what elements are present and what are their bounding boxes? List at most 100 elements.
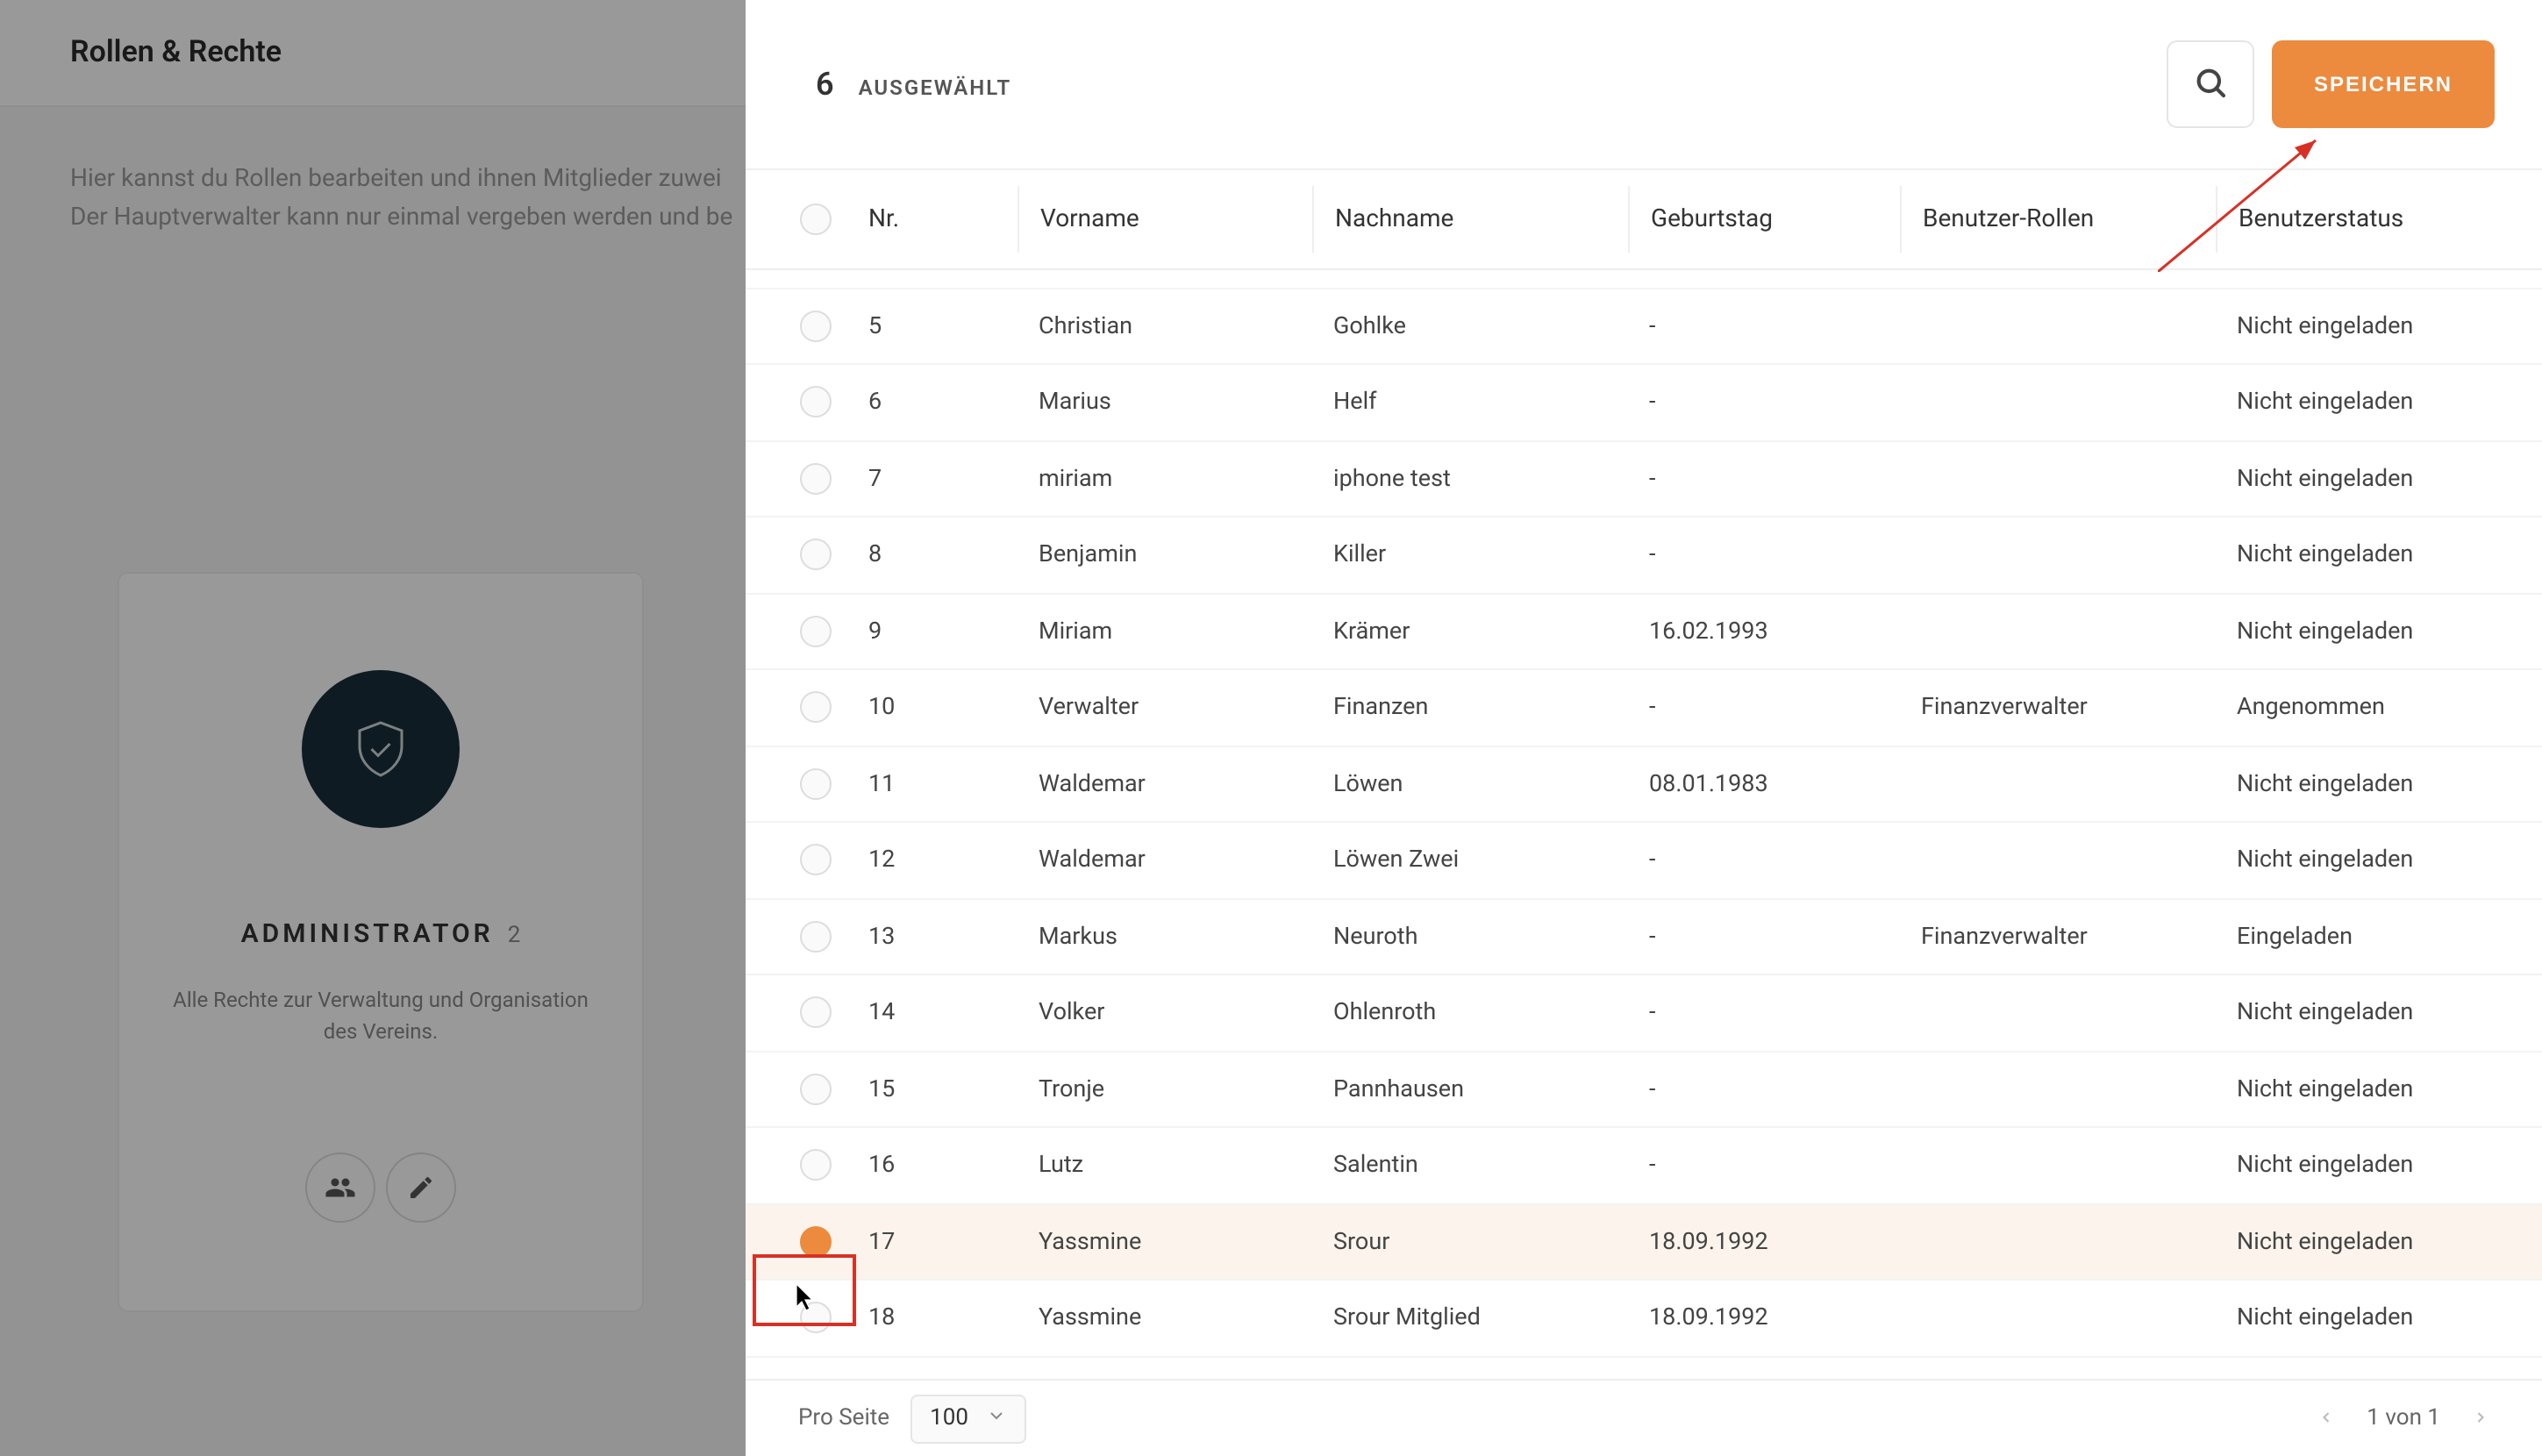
cell-vorname: Yassmine <box>1018 1304 1312 1332</box>
cell-status: Nicht eingeladen <box>2216 465 2507 493</box>
row-checkbox[interactable] <box>781 1226 851 1258</box>
row-checkbox[interactable] <box>781 387 851 418</box>
save-button[interactable]: SPEICHERN <box>2272 40 2495 128</box>
row-checkbox[interactable] <box>781 845 851 876</box>
cell-status: Angenommen <box>2216 694 2507 722</box>
row-checkbox[interactable] <box>781 1150 851 1181</box>
cell-nachname: Krämer <box>1312 617 1628 646</box>
row-checkbox[interactable] <box>781 1303 851 1334</box>
table-row[interactable]: 17YassmineSrour18.09.1992Nicht eingelade… <box>746 1204 2542 1281</box>
cell-nr: 16 <box>851 1152 1018 1180</box>
cell-status: Nicht eingeladen <box>2216 999 2507 1027</box>
column-header-checkbox[interactable] <box>781 203 851 235</box>
select-all-checkbox-icon <box>800 203 832 235</box>
checkbox-icon <box>800 921 832 953</box>
per-page-label: Pro Seite <box>798 1405 889 1431</box>
cell-vorname: Miriam <box>1018 617 1312 646</box>
cell-nr: 13 <box>851 923 1018 951</box>
cell-geburtstag: - <box>1628 694 1900 722</box>
cell-status: Nicht eingeladen <box>2216 389 2507 417</box>
cell-nr: 18 <box>851 1304 1018 1332</box>
cell-status: Nicht eingeladen <box>2216 1304 2507 1332</box>
table-row[interactable]: 18YassmineSrour Mitglied18.09.1992Nicht … <box>746 1281 2542 1357</box>
cell-vorname: Volker <box>1018 999 1312 1027</box>
next-page-button[interactable] <box>2472 1404 2489 1432</box>
cell-nachname: Salentin <box>1312 1152 1628 1180</box>
row-checkbox[interactable] <box>781 768 851 800</box>
cell-status: Nicht eingeladen <box>2216 1075 2507 1103</box>
checkbox-icon <box>800 387 832 418</box>
cell-nr: 7 <box>851 465 1018 493</box>
table-row[interactable]: 14VolkerOhlenroth-Nicht eingeladen <box>746 975 2542 1052</box>
cell-geburtstag: - <box>1628 312 1900 340</box>
cell-nr: 9 <box>851 617 1018 646</box>
cell-vorname: Christian <box>1018 312 1312 340</box>
cell-nr: 10 <box>851 694 1018 722</box>
table-row[interactable]: 11WaldemarLöwen08.01.1983Nicht eingelade… <box>746 746 2542 823</box>
cell-nachname: Finanzen <box>1312 694 1628 722</box>
cell-nachname: Killer <box>1312 541 1628 569</box>
column-header-status[interactable]: Benutzerstatus <box>2216 186 2507 253</box>
page-indicator: 1 von 1 <box>2367 1405 2440 1431</box>
cell-geburtstag: - <box>1628 541 1900 569</box>
page-size-select[interactable]: 100 <box>910 1394 1026 1443</box>
cell-rollen: Finanzverwalter <box>1900 923 2216 951</box>
panel-header-actions: SPEICHERN <box>2167 40 2495 128</box>
cell-geburtstag: - <box>1628 846 1900 874</box>
cell-nachname: Gohlke <box>1312 312 1628 340</box>
column-header-rollen[interactable]: Benutzer-Rollen <box>1900 186 2216 253</box>
row-checkbox[interactable] <box>781 616 851 647</box>
cell-vorname: miriam <box>1018 465 1312 493</box>
table-row[interactable]: 15TronjePannhausen-Nicht eingeladen <box>746 1052 2542 1128</box>
checkbox-icon <box>800 845 832 876</box>
column-header-nr[interactable]: Nr. <box>851 186 1018 253</box>
search-button[interactable] <box>2167 40 2254 128</box>
row-checkbox[interactable] <box>781 539 851 571</box>
row-checkbox[interactable] <box>781 997 851 1029</box>
table-header-row: Nr. Vorname Nachname Geburtstag Benutzer… <box>746 168 2542 270</box>
table-body[interactable]: 4AlexanderFriesen-Nicht eingeladen5Chris… <box>746 270 2542 1379</box>
table-row[interactable]: 7miriamiphone test-Nicht eingeladen <box>746 441 2542 517</box>
table-row[interactable]: 8BenjaminKiller-Nicht eingeladen <box>746 517 2542 594</box>
table-row[interactable]: 16LutzSalentin-Nicht eingeladen <box>746 1128 2542 1204</box>
prev-page-button[interactable] <box>2317 1404 2335 1432</box>
checkbox-icon <box>800 539 832 571</box>
panel-footer: Pro Seite 100 1 von 1 <box>746 1379 2542 1456</box>
cell-status: Nicht eingeladen <box>2216 1228 2507 1256</box>
row-checkbox[interactable] <box>781 692 851 724</box>
table-row[interactable]: 6MariusHelf-Nicht eingeladen <box>746 365 2542 441</box>
column-header-geburtstag[interactable]: Geburtstag <box>1628 186 1900 253</box>
column-header-vorname[interactable]: Vorname <box>1018 186 1312 253</box>
cell-nr: 15 <box>851 1075 1018 1103</box>
table-row[interactable]: 10VerwalterFinanzen-FinanzverwalterAngen… <box>746 670 2542 746</box>
row-checkbox[interactable] <box>781 1074 851 1105</box>
table-row[interactable]: 12WaldemarLöwen Zwei-Nicht eingeladen <box>746 823 2542 899</box>
cell-nr: 6 <box>851 389 1018 417</box>
cell-geburtstag: 08.01.1983 <box>1628 770 1900 798</box>
table-row[interactable]: 9MiriamKrämer16.02.1993Nicht eingeladen <box>746 594 2542 670</box>
selected-count: 6 <box>816 66 834 103</box>
cell-status: Nicht eingeladen <box>2216 770 2507 798</box>
chevron-down-icon <box>986 1404 1007 1432</box>
cell-nr: 12 <box>851 846 1018 874</box>
cell-vorname: Verwalter <box>1018 694 1312 722</box>
cell-geburtstag: 18.09.1992 <box>1628 1304 1900 1332</box>
member-select-panel: 6 AUSGEWÄHLT SPEICHERN Nr. Vorname Nachn… <box>746 0 2542 1456</box>
pager: 1 von 1 <box>2317 1404 2489 1432</box>
cell-geburtstag: - <box>1628 1075 1900 1103</box>
selection-summary: 6 AUSGEWÄHLT <box>816 66 1011 103</box>
cell-nachname: Löwen Zwei <box>1312 846 1628 874</box>
row-checkbox[interactable] <box>781 463 851 495</box>
table-row[interactable]: 4AlexanderFriesen-Nicht eingeladen <box>746 270 2542 289</box>
cell-vorname: Benjamin <box>1018 541 1312 569</box>
cell-nachname: Löwen <box>1312 770 1628 798</box>
column-header-nachname[interactable]: Nachname <box>1312 186 1628 253</box>
row-checkbox[interactable] <box>781 921 851 953</box>
cell-nr: 17 <box>851 1228 1018 1256</box>
checkbox-icon <box>800 1150 832 1181</box>
cell-vorname: Marius <box>1018 389 1312 417</box>
cell-nr: 11 <box>851 770 1018 798</box>
table-row[interactable]: 13MarkusNeuroth-FinanzverwalterEingelade… <box>746 899 2542 975</box>
row-checkbox[interactable] <box>781 310 851 342</box>
table-row[interactable]: 5ChristianGohlke-Nicht eingeladen <box>746 289 2542 365</box>
